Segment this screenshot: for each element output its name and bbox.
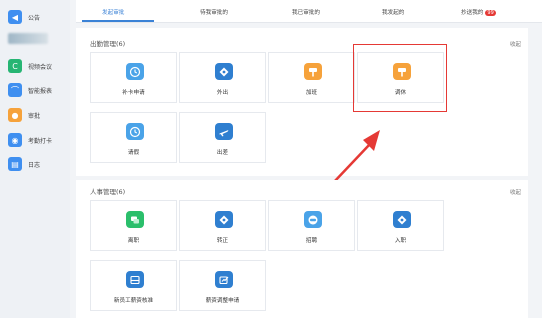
chat-bubbles-icon (126, 211, 144, 228)
edit-chart-icon (215, 271, 233, 288)
card-label: 薪资调整申请 (205, 298, 240, 304)
card-label: 入职 (394, 238, 407, 244)
collapse-button[interactable]: 收起 (510, 188, 521, 196)
approval-card-recruitment[interactable]: 招聘 (268, 200, 355, 251)
approval-card-regularization[interactable]: 转正 (179, 200, 266, 251)
card-label: 新员工薪资核准 (113, 298, 154, 304)
card-label: 招聘 (305, 238, 318, 244)
diamond-icon (393, 211, 411, 228)
approval-card-onboarding[interactable]: 入职 (357, 200, 444, 251)
card-label: 转正 (216, 238, 229, 244)
approval-card-resignation[interactable]: 离职 (90, 200, 177, 251)
diamond-icon (215, 211, 233, 228)
approval-card-salary-adjustment[interactable]: 薪资调整申请 (179, 260, 266, 311)
section-title-hr: 人事管理(6) (90, 188, 126, 196)
approval-card-new-employee-salary[interactable]: 新员工薪资核准 (90, 260, 177, 311)
target-icon (304, 211, 322, 228)
calendar-icon (126, 271, 144, 288)
card-label: 离职 (127, 238, 140, 244)
